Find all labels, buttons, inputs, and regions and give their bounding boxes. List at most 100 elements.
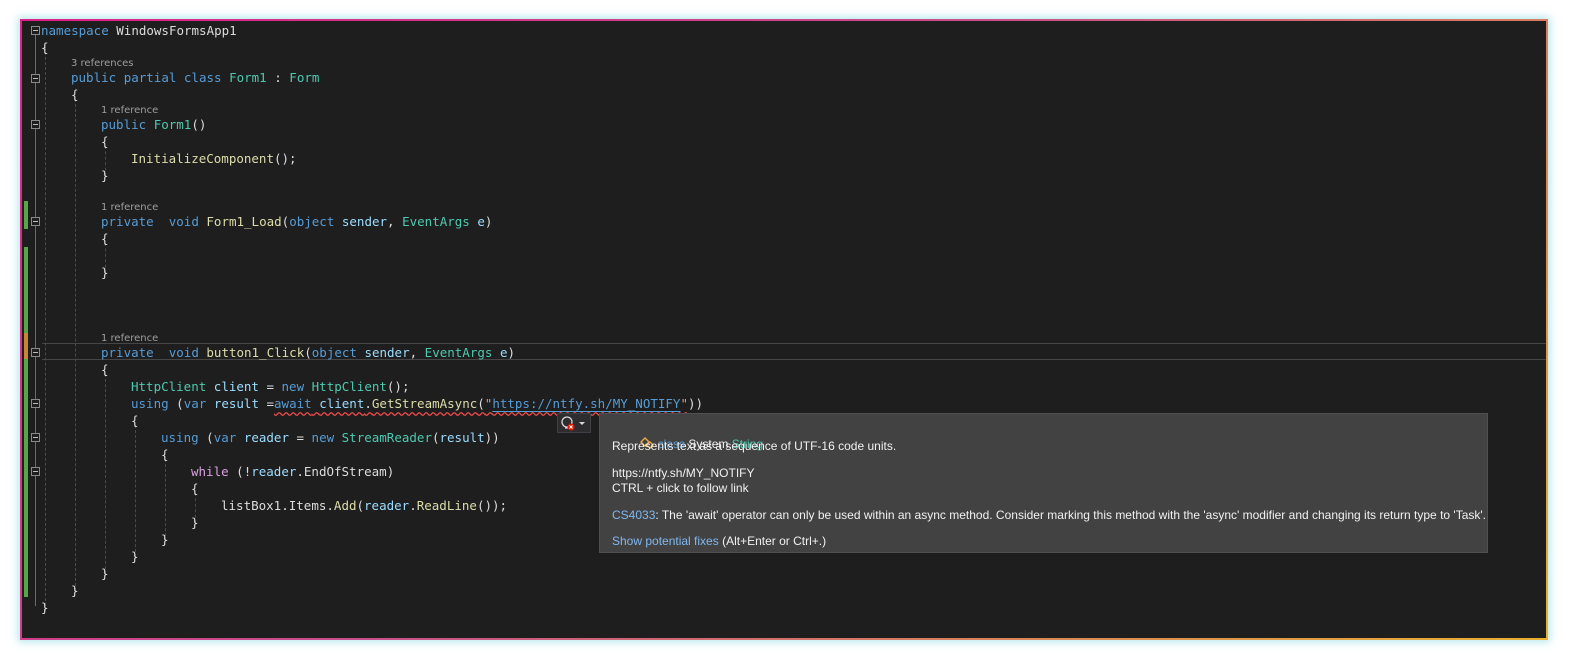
collapse-icon[interactable] [31,217,40,226]
punctuation: = [258,396,275,411]
brace: } [101,265,109,280]
indent-guide [75,99,76,591]
punctuation: ( [356,498,365,513]
indent-guide [165,459,166,541]
collapse-icon[interactable] [31,348,40,357]
fix-shortcut-hint: (Alt+Enter or Ctrl+.) [718,534,827,548]
punctuation: )) [688,396,704,411]
url-link[interactable]: https://ntfy.sh/MY_NOTIFY [492,396,680,411]
variable: client [319,396,365,411]
variable: reader [251,464,297,479]
keyword: var [183,396,207,411]
keyword: object [311,345,357,360]
change-marker [24,247,28,337]
variable: result [439,430,485,445]
variable: reader [243,430,289,445]
collapse-icon[interactable] [31,120,40,129]
code-editor[interactable]: namespace WindowsFormsApp1 { 3 reference… [22,21,1546,638]
indent-guide [105,374,106,574]
punctuation: = [288,430,312,445]
brace: } [131,549,139,564]
punctuation: . [409,498,417,513]
punctuation: ( [168,396,184,411]
code-line: private void Form1_Load(object sender, E… [101,213,492,230]
punctuation: (); [274,151,297,166]
code-line: } [101,167,109,184]
punctuation: . [364,396,372,411]
punctuation: )) [484,430,500,445]
await-keyword-error[interactable]: await [274,396,312,411]
error-message: : The 'await' operator can only be used … [655,508,1486,522]
type-name: HttpClient [131,379,207,394]
error-code-link[interactable]: CS4033 [612,508,655,522]
punctuation: . [281,498,289,513]
brace: { [71,87,79,102]
brace: { [191,481,199,496]
brace: { [161,447,169,462]
code-line: { [41,39,49,56]
show-potential-fixes-link[interactable]: Show potential fixes [612,534,719,548]
code-line: { [101,230,109,247]
punctuation: (! [228,464,252,479]
punctuation: : [266,70,290,85]
variable: reader [364,498,410,513]
code-line: } [161,531,169,548]
punctuation: ( [431,430,440,445]
keyword: using [161,430,199,445]
code-line: InitializeComponent(); [131,150,297,167]
class-name: Form1 [229,70,267,85]
tooltip-description: Represents text as a sequence of UTF-16 … [612,439,897,453]
method-call: Add [333,498,357,513]
code-line: { [71,86,79,103]
code-line: } [191,514,199,531]
indent-guide [45,47,46,611]
change-marker [24,201,28,229]
brace: { [101,362,109,377]
punctuation: ( [304,345,312,360]
code-line: public partial class Form1 : Form [71,69,319,86]
punctuation: ) [484,214,493,229]
keyword: private [101,345,154,360]
collapse-icon[interactable] [31,399,40,408]
collapse-icon[interactable] [31,74,40,83]
keyword: void [168,214,199,229]
brace: } [101,566,109,581]
method-name: button1_Click [206,345,305,360]
keyword: class [183,70,222,85]
code-line: private void button1_Click(object sender… [101,344,515,361]
code-line: { [101,133,109,150]
code-line: while (!reader.EndOfStream) [191,463,394,480]
punctuation: ()); [476,498,508,513]
keyword: var [213,430,237,445]
collapse-icon[interactable] [31,467,40,476]
dropdown-arrow-icon [579,422,585,425]
punctuation: () [191,117,207,132]
constructor-name: Form1 [153,117,192,132]
punctuation: , [409,345,425,360]
punctuation: ( [477,396,485,411]
lightbulb-error-icon [561,416,575,431]
parameter: sender [341,214,388,229]
variable: result [213,396,259,411]
base-class: Form [289,70,320,85]
collapse-icon[interactable] [31,433,40,442]
variable: listBox1 [221,498,282,513]
brace: { [131,413,139,428]
method-call: InitializeComponent [131,151,274,166]
variable: client [213,379,259,394]
code-line: } [41,599,49,616]
code-line: } [131,548,139,565]
punctuation: = [258,379,282,394]
code-line: listBox1.Items.Add(reader.ReadLine()); [221,497,507,514]
code-line: using (var result =await client.GetStrea… [131,395,703,412]
punctuation: ) [386,464,395,479]
namespace-name: WindowsFormsApp1 [116,23,237,38]
type-name: EventArgs [402,214,470,229]
brace: } [71,583,79,598]
code-line: { [161,446,169,463]
brace: } [161,532,169,547]
quick-actions-button[interactable] [557,413,591,433]
collapse-icon[interactable] [31,26,40,35]
method-call: ReadLine [416,498,477,513]
quickinfo-tooltip: class System.String Represents text as a… [599,413,1488,553]
